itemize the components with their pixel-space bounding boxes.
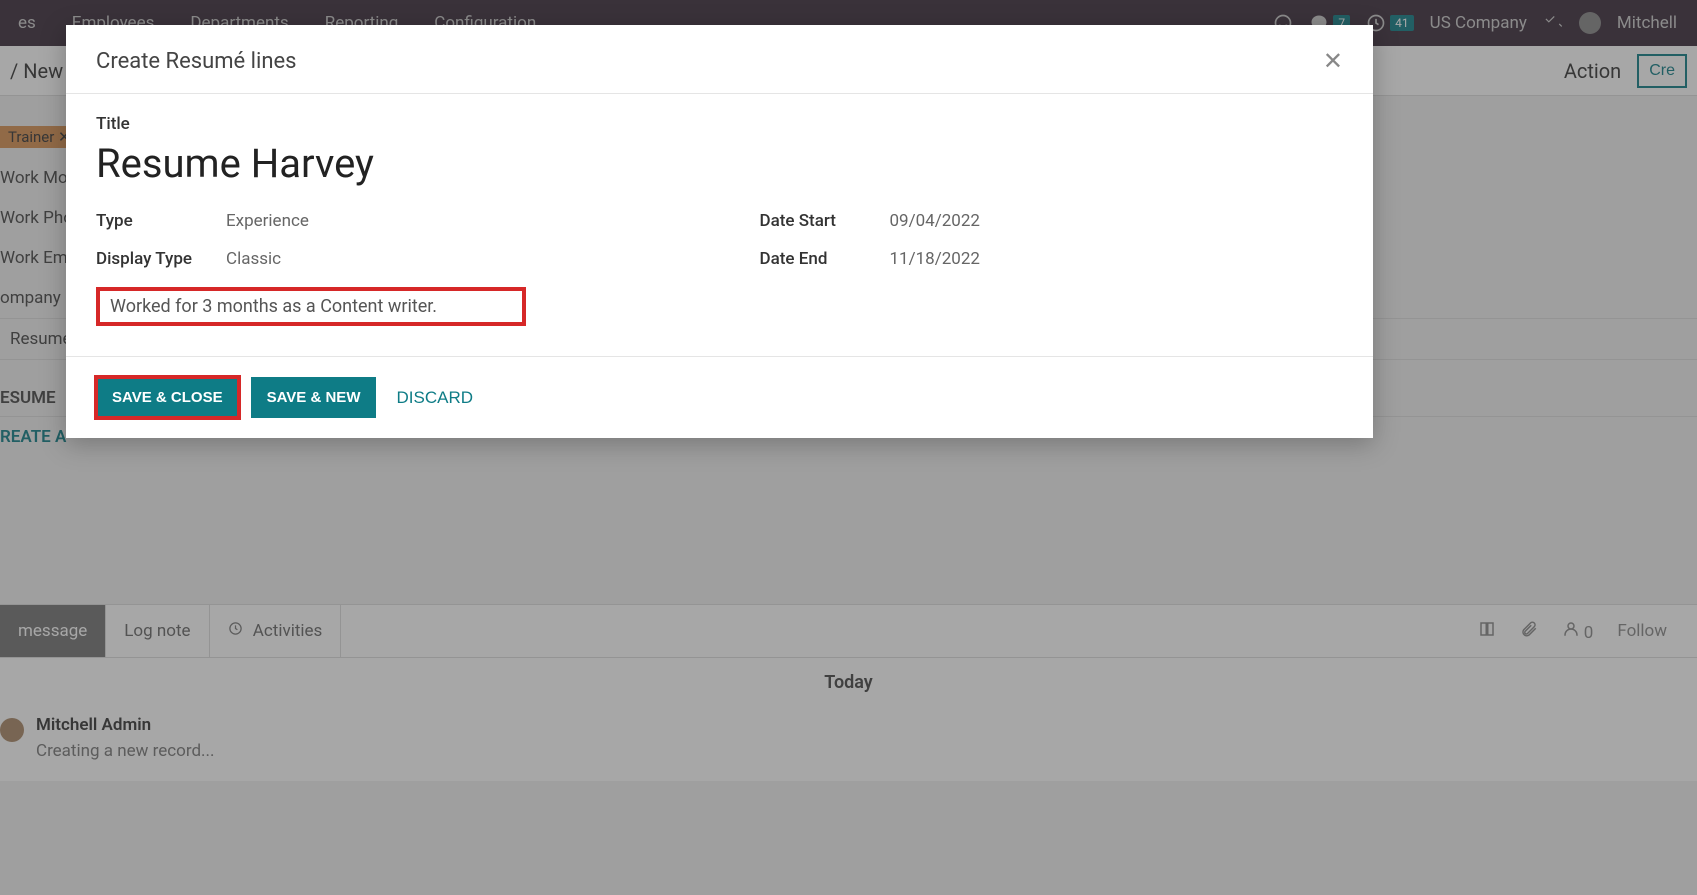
display-type-value[interactable]: Classic <box>226 249 281 269</box>
date-end-value[interactable]: 11/18/2022 <box>890 249 980 269</box>
description-field[interactable]: Worked for 3 months as a Content writer. <box>96 287 526 326</box>
type-label: Type <box>96 211 226 231</box>
date-end-label: Date End <box>760 249 890 269</box>
modal-header: Create Resumé lines ✕ <box>66 25 1373 94</box>
date-start-label: Date Start <box>760 211 890 231</box>
date-start-value[interactable]: 09/04/2022 <box>890 211 980 231</box>
modal-create-resume-line: Create Resumé lines ✕ Title Resume Harve… <box>66 25 1373 438</box>
save-close-button[interactable]: SAVE & CLOSE <box>96 377 239 418</box>
type-value[interactable]: Experience <box>226 211 309 231</box>
close-icon[interactable]: ✕ <box>1323 47 1343 75</box>
modal-body: Title Resume Harvey Type Experience Disp… <box>66 94 1373 356</box>
discard-button[interactable]: DISCARD <box>388 378 481 418</box>
save-new-button[interactable]: SAVE & NEW <box>251 377 377 418</box>
display-type-label: Display Type <box>96 249 226 269</box>
title-value[interactable]: Resume Harvey <box>96 140 1343 187</box>
modal-title: Create Resumé lines <box>96 49 297 74</box>
title-label: Title <box>96 114 1343 134</box>
modal-footer: SAVE & CLOSE SAVE & NEW DISCARD <box>66 356 1373 438</box>
